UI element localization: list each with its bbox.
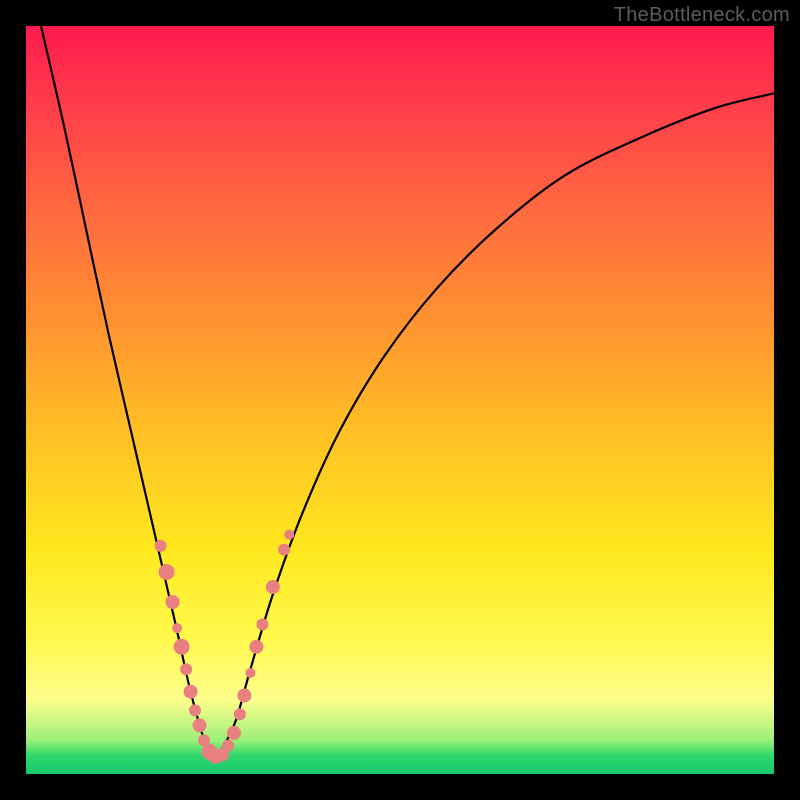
curve-marker xyxy=(159,564,175,580)
bottleneck-curve xyxy=(41,26,774,759)
chart-frame xyxy=(26,26,774,774)
curve-marker xyxy=(256,618,268,630)
curve-marker xyxy=(155,540,167,552)
curve-marker xyxy=(227,726,241,740)
curve-marker xyxy=(284,530,294,540)
curve-marker xyxy=(189,704,201,716)
curve-marker xyxy=(193,718,207,732)
curve-marker xyxy=(237,689,251,703)
curve-marker xyxy=(174,639,190,655)
watermark-text: TheBottleneck.com xyxy=(614,4,790,27)
curve-marker xyxy=(166,595,180,609)
curve-marker xyxy=(245,668,255,678)
curve-marker xyxy=(180,663,192,675)
curve-marker xyxy=(234,708,246,720)
curve-marker xyxy=(266,580,280,594)
curve-marker xyxy=(222,740,234,752)
curve-marker xyxy=(278,544,290,556)
marker-group xyxy=(155,530,295,764)
curve-marker xyxy=(184,685,198,699)
chart-svg xyxy=(26,26,774,774)
curve-marker xyxy=(172,623,182,633)
curve-marker xyxy=(249,640,263,654)
